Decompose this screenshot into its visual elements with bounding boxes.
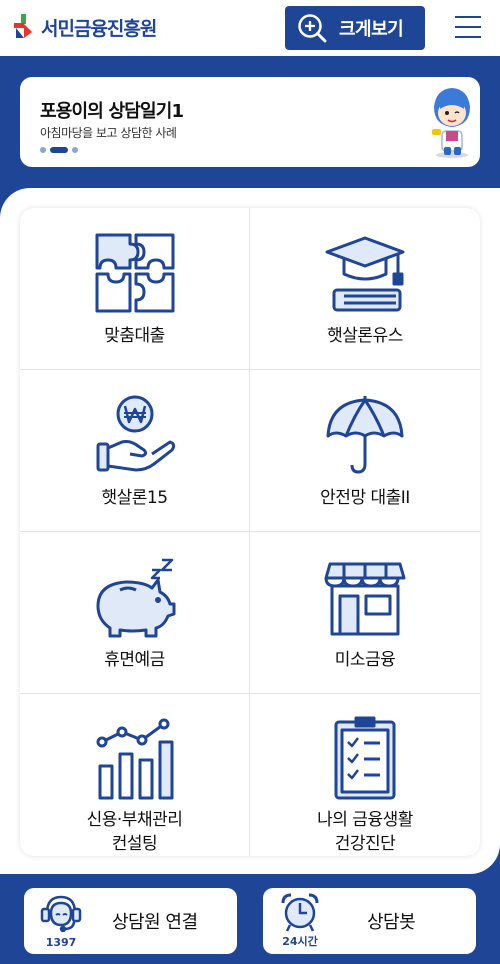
service-menu-grid: 맞춤대출 햇살론유스 햇살론15 안전망 대출II 휴면예금 미소금융 신용·부… <box>20 208 480 856</box>
zoom-button[interactable]: 크게보기 <box>285 6 425 50</box>
zoom-label: 크게보기 <box>339 19 404 40</box>
menu-item-custom-loan[interactable]: 맞춤대출 <box>20 208 250 370</box>
carousel-dot[interactable] <box>72 147 78 153</box>
carousel-dot[interactable] <box>40 147 46 153</box>
store-icon <box>324 562 406 636</box>
logo-mark-icon <box>14 14 32 38</box>
menu-item-label: 맞춤대출 <box>104 326 165 346</box>
won-hand-icon <box>96 395 175 472</box>
mascot-icon <box>432 88 470 158</box>
menu-item-label-line2: 컨설팅 <box>111 834 158 854</box>
banner-card[interactable]: 포용이의 상담일기1 아침마당을 보고 상담한 사례 <box>20 77 480 167</box>
menu-item-label-line2: 건강진단 <box>334 834 396 854</box>
chatbot-caption: 24시간 <box>282 935 318 948</box>
banner-title: 포용이의 상담일기1 <box>40 101 184 122</box>
menu-item-financial-health-check[interactable]: 나의 금융생활 건강진단 <box>250 694 480 856</box>
counselor-connect-button[interactable]: 1397 상담원 연결 <box>24 888 237 954</box>
banner-subtitle: 아침마당을 보고 상담한 사례 <box>40 126 177 140</box>
logo-text: 서민금융진흥원 <box>41 17 157 40</box>
chatbot-button[interactable]: 24시간 상담봇 <box>263 888 476 954</box>
alarm-clock-icon: 24시간 <box>275 891 325 951</box>
growth-chart-icon <box>96 718 173 800</box>
menu-item-miso-finance[interactable]: 미소금융 <box>250 532 480 694</box>
puzzle-icon <box>95 233 174 313</box>
menu-item-sunshine-loan-15[interactable]: 햇살론15 <box>20 370 250 532</box>
menu-item-credit-debt-consulting[interactable]: 신용·부채관리 컨설팅 <box>20 694 250 856</box>
menu-item-safety-net-loan[interactable]: 안전망 대출II <box>250 370 480 532</box>
menu-item-label: 신용·부채관리 컨설팅 <box>87 808 183 856</box>
menu-item-label: 미소금융 <box>334 650 396 670</box>
menu-item-label: 나의 금융생활 건강진단 <box>317 808 413 856</box>
headset-agent-icon: 1397 <box>36 891 86 951</box>
menu-item-sunshine-loan-youth[interactable]: 햇살론유스 <box>250 208 480 370</box>
umbrella-icon <box>326 396 404 474</box>
hamburger-menu-icon[interactable] <box>455 16 481 40</box>
piggy-bank-icon <box>96 558 175 638</box>
logo[interactable]: 서민금융진흥원 <box>12 12 157 42</box>
counselor-connect-label: 상담원 연결 <box>112 912 198 933</box>
chatbot-label: 상담봇 <box>367 912 416 933</box>
counselor-number: 1397 <box>45 936 77 949</box>
checklist-icon <box>334 716 396 800</box>
graduation-cap-icon <box>325 236 405 312</box>
menu-item-label: 휴면예금 <box>104 650 165 670</box>
header: 서민금융진흥원 크게보기 <box>0 0 500 56</box>
menu-item-label-line1: 나의 금융생활 <box>317 810 413 830</box>
carousel-indicator <box>40 147 82 153</box>
carousel-dot-active[interactable] <box>50 147 68 153</box>
menu-item-label-line1: 신용·부채관리 <box>86 810 183 830</box>
menu-item-dormant-deposit[interactable]: 휴면예금 <box>20 532 250 694</box>
menu-item-label: 햇살론15 <box>101 488 168 508</box>
menu-item-label: 안전망 대출II <box>320 488 410 508</box>
zoom-in-icon <box>298 14 327 43</box>
menu-item-label: 햇살론유스 <box>327 326 403 346</box>
